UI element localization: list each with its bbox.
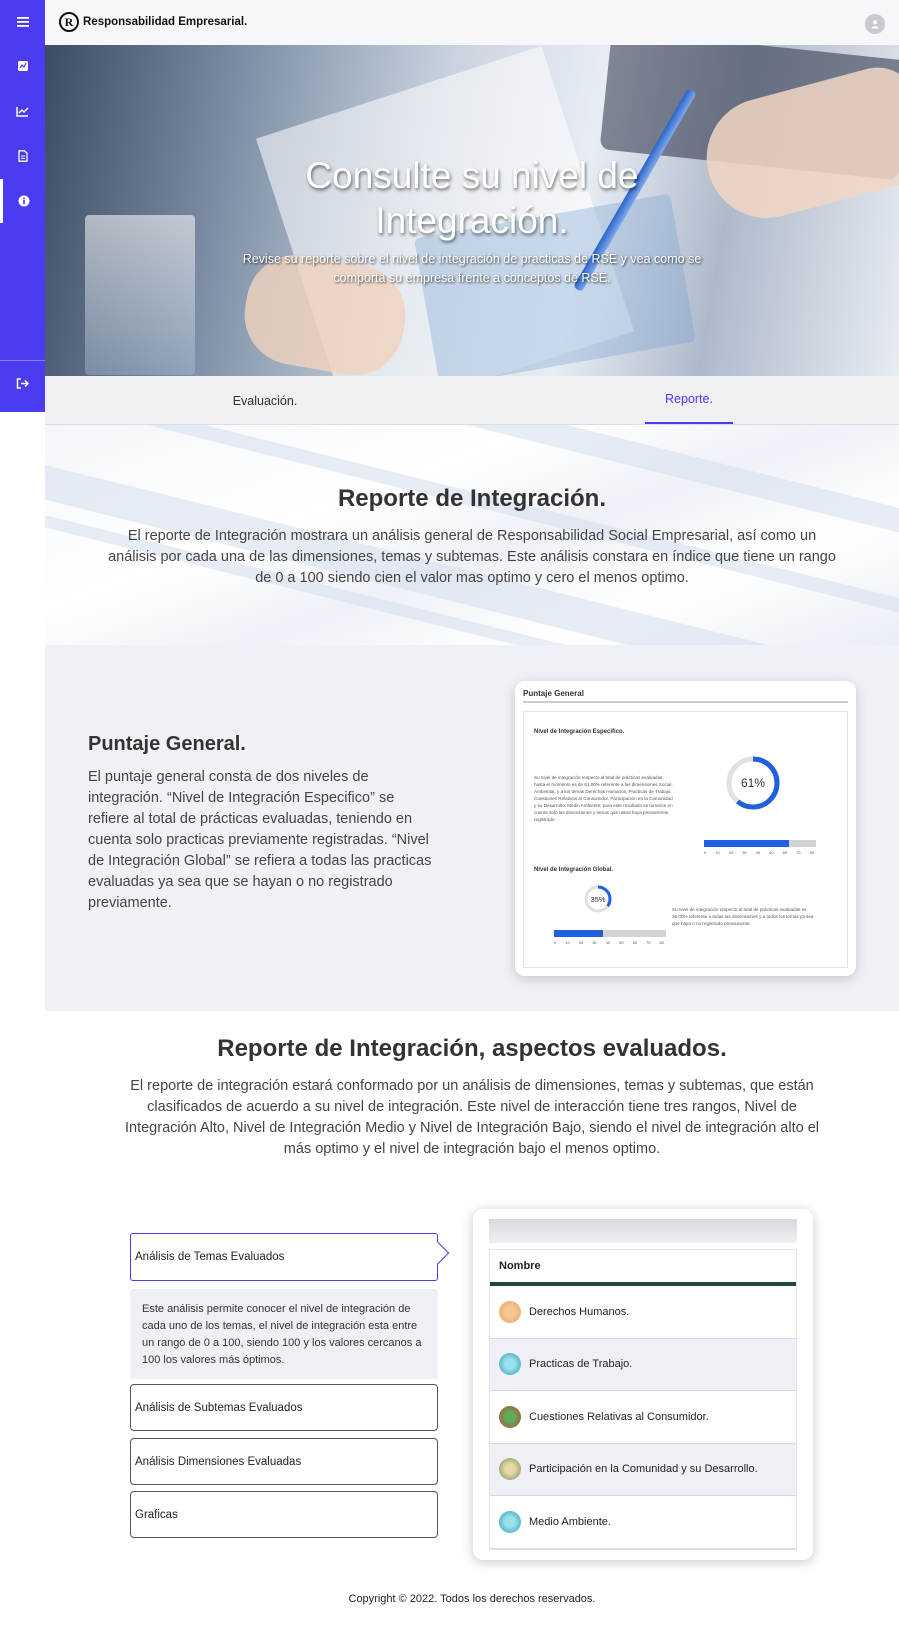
user-icon [871, 20, 879, 29]
hero-banner: Consulte su nivel de Integración. Revise… [45, 45, 899, 376]
environment-icon [499, 1510, 521, 1533]
community-icon [499, 1458, 521, 1481]
puntaje-text: El puntaje general consta de dos niveles… [88, 769, 432, 911]
accordion-subtemas[interactable]: Análisis de Subtemas Evaluados [130, 1384, 438, 1431]
footer-copyright: Copyright © 2022. Todos los derechos res… [348, 1593, 596, 1605]
line-chart-icon [16, 106, 29, 117]
presentation-icon [17, 61, 28, 71]
menu-icon [16, 17, 29, 27]
sidebar-item-info[interactable] [0, 179, 45, 223]
logout-button[interactable] [0, 361, 45, 405]
temas-table-card: Nombre Derechos Humanos. Practicas de Tr… [473, 1209, 813, 1560]
accordion-temas-label: Análisis de Temas Evaluados [135, 1251, 285, 1263]
brand-name: Responsabilidad Empresarial. [83, 16, 248, 28]
global-bar [554, 930, 666, 937]
puntaje-card-header: Puntaje General [523, 689, 848, 703]
table-cell-name: Cuestiones Relativas al Consumidor. [529, 1410, 709, 1423]
puntaje-title: Puntaje General. [88, 733, 246, 755]
global-gauge: 35% [584, 885, 612, 913]
hero-title: Consulte su nivel de Integración. [305, 155, 639, 241]
accordion-dimensiones-label: Análisis Dimensiones Evaluadas [135, 1455, 302, 1468]
brand-logo: R [59, 12, 79, 32]
aspectos-text: El reporte de integración estará conform… [125, 1078, 819, 1157]
specific-bar-ticks: 0 10 20 30 40 50 60 70 80 [704, 850, 814, 855]
menu-button[interactable] [0, 0, 45, 44]
tab-bar: Evaluación. Reporte. [45, 376, 899, 425]
puntaje-card-body: Nivel de Integración Especifico. Su nive… [523, 711, 848, 968]
puntaje-section: Puntaje General. El puntaje general cons… [45, 645, 899, 1011]
global-bar-ticks: 0 10 20 30 40 50 60 70 80 [554, 940, 664, 945]
accordion-subtemas-label: Análisis de Subtemas Evaluados [135, 1401, 303, 1414]
specific-level-label: Nivel de Integración Especifico. [534, 729, 625, 735]
table-row[interactable]: Cuestiones Relativas al Consumidor. [490, 1391, 796, 1444]
sidebar-item-presentation[interactable] [0, 44, 45, 88]
table-cell-name: Derechos Humanos. [529, 1305, 630, 1318]
global-level-text: Su nivel de integración respecto al tota… [672, 907, 814, 926]
global-level-label: Nivel de Integración Global. [534, 867, 614, 873]
aspectos-section: Reporte de Integración, aspectos evaluad… [45, 1011, 899, 1634]
human-rights-icon [499, 1300, 521, 1323]
accordion-arrow-icon [426, 1241, 450, 1265]
accordion-graficas-label: Graficas [135, 1508, 178, 1521]
consumer-icon [499, 1405, 521, 1428]
puntaje-card: Puntaje General Nivel de Integración Esp… [515, 681, 856, 976]
table-row[interactable]: Derechos Humanos. [490, 1286, 796, 1339]
specific-gauge-value: 61% [741, 776, 765, 790]
user-avatar[interactable] [865, 14, 885, 34]
top-bar: R Responsabilidad Empresarial. [45, 0, 899, 45]
table-cell-name: Participación en la Comunidad y su Desar… [529, 1463, 758, 1476]
hero-subtitle: Revise su reporte sobre el nivel de inte… [242, 252, 702, 285]
table-card-toolbar [489, 1219, 797, 1243]
specific-bar-fill [704, 840, 790, 847]
sidebar-item-charts[interactable] [0, 89, 45, 133]
global-bar-fill [554, 930, 603, 937]
specific-level-text: Su nivel de integración respecto al tota… [534, 775, 673, 822]
table-row[interactable]: Practicas de Trabajo. [490, 1338, 796, 1391]
sidebar [0, 0, 45, 412]
temas-table: Nombre Derechos Humanos. Practicas de Tr… [489, 1249, 797, 1550]
table-row[interactable]: Medio Ambiente. [490, 1496, 796, 1549]
global-gauge-value: 35% [590, 895, 605, 904]
specific-gauge: 61% [726, 756, 780, 810]
aspectos-title: Reporte de Integración, aspectos evaluad… [217, 1035, 727, 1062]
tab-reporte[interactable]: Reporte. [645, 376, 733, 424]
table-cell-name: Practicas de Trabajo. [529, 1358, 633, 1371]
brand[interactable]: R Responsabilidad Empresarial. [59, 12, 247, 32]
specific-bar [704, 840, 816, 847]
accordion-temas[interactable]: Análisis de Temas Evaluados [130, 1233, 450, 1281]
logout-icon [16, 377, 29, 389]
table-header-nombre[interactable]: Nombre [490, 1250, 796, 1286]
sidebar-item-documents[interactable] [0, 134, 45, 178]
info-icon [18, 195, 30, 207]
tab-evaluacion[interactable]: Evaluación. [195, 376, 335, 425]
document-icon [17, 150, 28, 162]
reporte-title: Reporte de Integración. [337, 485, 607, 512]
work-practices-icon [499, 1353, 521, 1376]
accordion-temas-description: Este análisis permite conocer el nivel d… [130, 1289, 438, 1379]
table-cell-name: Medio Ambiente. [529, 1515, 611, 1528]
accordion-dimensiones[interactable]: Análisis Dimensiones Evaluadas [130, 1438, 438, 1485]
table-row[interactable]: Participación en la Comunidad y su Desar… [490, 1443, 796, 1496]
accordion-graficas[interactable]: Graficas [130, 1491, 438, 1538]
reporte-section: Reporte de Integración. El reporte de In… [45, 425, 899, 645]
reporte-text: El reporte de Integración mostrara un an… [108, 528, 836, 586]
